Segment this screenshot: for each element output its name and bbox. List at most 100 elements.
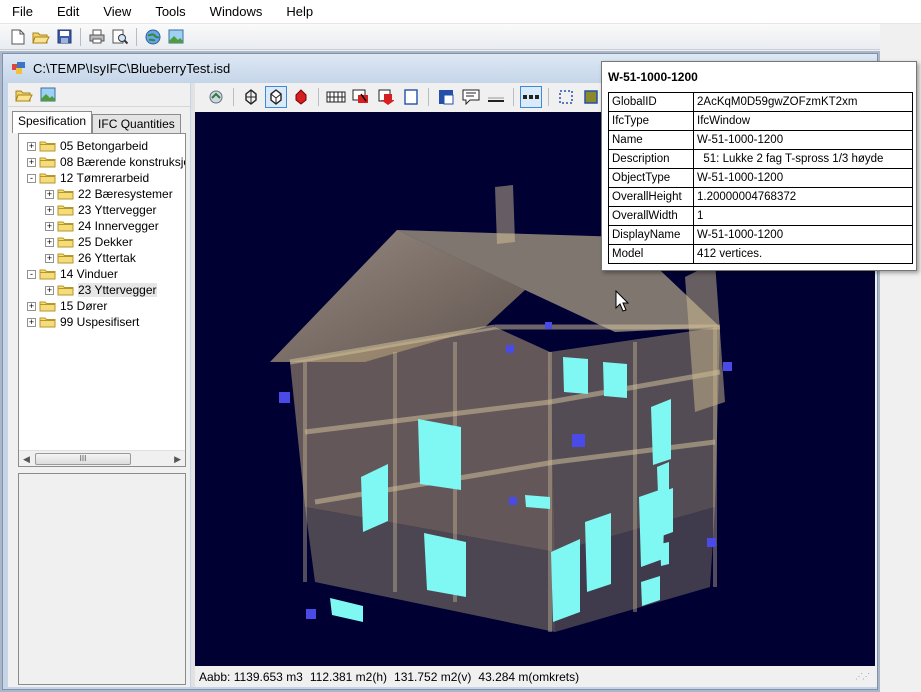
tree-item[interactable]: +99 Uspesifisert <box>27 314 139 330</box>
tree-item-label: 15 Dører <box>60 299 108 313</box>
tree-item[interactable]: +23 Yttervegger <box>45 282 157 298</box>
left-panel: Spesification IFC Quantities +99 Uspesif… <box>8 83 190 687</box>
object-tooltip: W-51-1000-1200 GlobalID 2AcKqM0D59gwZOFzm… <box>601 61 917 271</box>
tree-item[interactable]: +23 Yttervegger <box>45 202 157 218</box>
folder-icon <box>39 157 56 168</box>
cube-outline-icon[interactable] <box>265 86 287 108</box>
menu-edit[interactable]: Edit <box>45 0 91 24</box>
folder-icon <box>39 301 56 312</box>
status-bar: Aabb: 1139.653 m3 112.381 m2(h) 131.752 … <box>195 666 875 687</box>
expand-icon[interactable]: + <box>45 205 54 215</box>
status-area-h: 112.381 m2(h) <box>309 669 388 684</box>
document-icon <box>12 62 25 74</box>
cube-wire-icon[interactable] <box>240 86 262 108</box>
status-area-v: 131.752 m2(v) <box>394 669 472 684</box>
property-value: 1 <box>693 206 913 226</box>
tree-item-label: 12 Tømrerarbeid <box>60 171 150 185</box>
folder-icon <box>57 221 74 232</box>
resize-grip-icon[interactable]: ⋰⋰ <box>855 672 870 681</box>
tree-item-label: 25 Dekker <box>78 235 133 249</box>
red-gem-icon[interactable] <box>290 86 312 108</box>
horizontal-scrollbar[interactable]: ◀ III ▶ <box>19 450 185 466</box>
toolbar-separator <box>318 88 319 106</box>
tree-item[interactable]: +24 Innervegger <box>45 218 159 234</box>
dashed-select-icon[interactable] <box>555 86 577 108</box>
left-toolbar <box>8 83 190 107</box>
image-icon[interactable] <box>38 85 58 105</box>
menu-windows[interactable]: Windows <box>198 0 275 24</box>
tooltip-row: OverallWidth 1 <box>608 206 913 226</box>
tree-item[interactable]: +22 Bæresystemer <box>45 186 173 202</box>
tooltip-row: Description 51: Lukke 2 fag T-spross 1/3… <box>608 149 913 169</box>
spec-tree: +99 Uspesifisert +15 Dører +23 Yttervegger… <box>18 133 186 467</box>
folder-icon <box>57 189 74 200</box>
select-red-icon[interactable] <box>350 86 372 108</box>
tooltip-row: OverallHeight 1.20000004768372 <box>608 187 913 207</box>
menu-view[interactable]: View <box>91 0 143 24</box>
expand-icon[interactable]: + <box>45 285 54 295</box>
property-value: 412 vertices. <box>693 244 913 264</box>
tree-item[interactable]: +05 Betongarbeid <box>27 138 148 154</box>
tree-item[interactable]: - 12 Tømrerarbeid <box>27 170 149 186</box>
print-icon[interactable] <box>87 27 107 47</box>
panel-tabs: Spesification IFC Quantities <box>12 111 181 133</box>
collapse-icon[interactable]: - <box>27 173 36 183</box>
tab-ifc-quantities[interactable]: IFC Quantities <box>92 114 181 133</box>
tab-spesification[interactable]: Spesification <box>12 111 93 133</box>
annotate-icon[interactable] <box>460 86 482 108</box>
status-aabb: Aabb: 1139.653 m3 <box>199 669 303 684</box>
property-value: 51: Lukke 2 fag T-spross 1/3 høyde <box>693 149 913 169</box>
expand-icon[interactable]: + <box>45 221 54 231</box>
property-value: 2AcKqM0D59gwZOFzmKT2xm <box>693 92 913 112</box>
open-folder-icon[interactable] <box>14 85 34 105</box>
folder-icon <box>39 173 56 184</box>
corner-icon[interactable] <box>435 86 457 108</box>
red-down-icon[interactable] <box>375 86 397 108</box>
property-value: W-51-1000-1200 <box>693 225 913 245</box>
mouse-pointer-icon <box>615 290 629 312</box>
image-icon[interactable] <box>166 27 186 47</box>
expand-icon[interactable]: + <box>27 317 36 327</box>
property-key: IfcType <box>608 111 694 131</box>
expand-icon[interactable]: + <box>45 253 54 263</box>
line-icon[interactable] <box>485 86 507 108</box>
menu-file[interactable]: File <box>0 0 45 24</box>
tree-item-label: 23 Yttervegger <box>78 203 157 217</box>
expand-icon[interactable]: + <box>45 237 54 247</box>
toolbar-separator <box>428 88 429 106</box>
tree-item[interactable]: +26 Yttertak <box>45 250 136 266</box>
tooltip-row: IfcType IfcWindow <box>608 111 913 131</box>
print-preview-icon[interactable] <box>110 27 130 47</box>
tree-item[interactable]: - 14 Vinduer <box>27 266 118 282</box>
tooltip-row: GlobalID 2AcKqM0D59gwZOFzmKT2xm <box>608 92 913 112</box>
section-icon[interactable] <box>325 86 347 108</box>
expand-icon[interactable]: + <box>27 301 36 311</box>
camera-icon[interactable] <box>205 86 227 108</box>
scroll-thumb[interactable]: III <box>35 453 131 465</box>
fill-box-icon[interactable] <box>580 86 602 108</box>
expand-icon[interactable]: + <box>27 141 36 151</box>
globe-icon[interactable] <box>143 27 163 47</box>
folder-icon <box>39 141 56 152</box>
expand-icon[interactable]: + <box>27 157 36 167</box>
property-key: GlobalID <box>608 92 694 112</box>
collapse-icon[interactable]: - <box>27 269 36 279</box>
tree-item[interactable]: +08 Bærende konstruksjon <box>27 154 185 170</box>
scroll-right-icon[interactable]: ▶ <box>174 454 181 465</box>
tree-item-label: 23 Yttervegger <box>78 283 157 297</box>
dots-icon[interactable] <box>520 86 542 108</box>
tree-item[interactable]: +15 Dører <box>27 298 107 314</box>
menu-help[interactable]: Help <box>274 0 325 24</box>
open-folder-icon[interactable] <box>31 27 51 47</box>
menu-tools[interactable]: Tools <box>143 0 197 24</box>
property-key: Model <box>608 244 694 264</box>
property-key: Description <box>608 149 694 169</box>
tooltip-row: DisplayName W-51-1000-1200 <box>608 225 913 245</box>
frame-icon[interactable] <box>400 86 422 108</box>
new-icon[interactable] <box>8 27 28 47</box>
expand-icon[interactable]: + <box>45 189 54 199</box>
save-icon[interactable] <box>54 27 74 47</box>
toolbar-separator <box>548 88 549 106</box>
tree-item[interactable]: +25 Dekker <box>45 234 133 250</box>
scroll-left-icon[interactable]: ◀ <box>23 454 30 465</box>
